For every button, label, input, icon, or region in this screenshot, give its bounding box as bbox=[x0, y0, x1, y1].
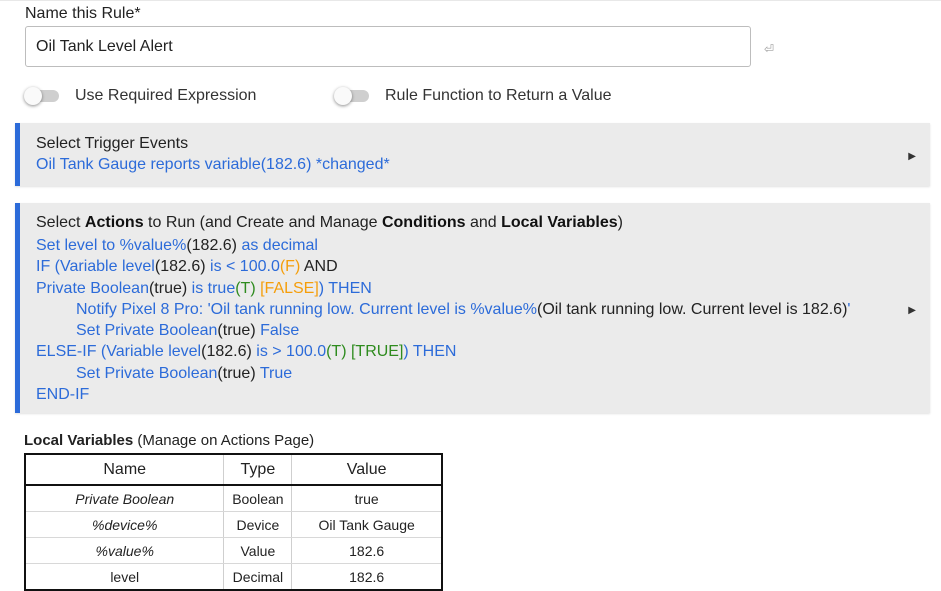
toggle-knob bbox=[24, 87, 42, 105]
local-variables-table: Name Type Value Private Boolean Boolean tr… bbox=[24, 453, 443, 591]
title-local-variables: Local Variables bbox=[501, 214, 618, 231]
table-row: level Decimal 182.6 bbox=[25, 563, 442, 590]
trigger-description: Oil Tank Gauge reports variable(182.6) *… bbox=[36, 156, 390, 173]
action-segment: as decimal bbox=[237, 237, 318, 254]
return-value-toggle[interactable] bbox=[334, 87, 369, 105]
table-header-row: Name Type Value bbox=[25, 454, 442, 486]
action-segment: (182.6) bbox=[154, 258, 206, 276]
action-segment: ELSE-IF (Variable level bbox=[36, 343, 202, 361]
action-segment: (F) bbox=[279, 258, 301, 276]
action-segment: Set Private Boolean bbox=[76, 364, 218, 382]
action-line: Notify Pixel 8 Pro: 'Oil tank running lo… bbox=[36, 299, 870, 320]
action-segment: (182.6) bbox=[201, 343, 252, 361]
title-text: and bbox=[465, 214, 502, 231]
top-divider bbox=[0, 0, 941, 1]
action-segment: Set level to %value% bbox=[36, 237, 187, 254]
required-expression-toggle[interactable] bbox=[24, 87, 59, 105]
action-line: IF (Variable level(182.6) is < 100.0(F) … bbox=[36, 256, 870, 277]
triangle-right-icon[interactable]: ▶ bbox=[908, 151, 916, 162]
local-variables-heading: Local Variables (Manage on Actions Page) bbox=[24, 432, 314, 449]
action-segment: Private Boolean bbox=[36, 279, 149, 297]
action-segment: (true) bbox=[217, 322, 256, 340]
trigger-panel-title: Select Trigger Events bbox=[36, 135, 189, 152]
variable-type-cell: Decimal bbox=[223, 563, 293, 590]
action-segment: (T) bbox=[235, 279, 256, 297]
variable-type-cell: Device bbox=[223, 511, 293, 538]
rule-name-label: Name this Rule* bbox=[25, 5, 141, 22]
variable-name-cell: %device% bbox=[25, 511, 225, 538]
action-line: Set level to %value%(182.6) as decimal bbox=[36, 235, 870, 256]
column-header-name: Name bbox=[25, 454, 225, 486]
action-segment: [FALSE] bbox=[255, 279, 319, 297]
action-segment: (Oil tank running low. Current level is … bbox=[537, 300, 848, 318]
action-segment: IF (Variable level bbox=[36, 258, 155, 276]
variable-type-cell: Boolean bbox=[223, 485, 293, 512]
rule-name-input[interactable] bbox=[25, 26, 751, 67]
title-actions: Actions bbox=[84, 214, 144, 231]
action-segment: (true) bbox=[217, 364, 256, 382]
action-line: Private Boolean(true) is true(T) [FALSE]… bbox=[36, 278, 870, 299]
action-segment: ) THEN bbox=[403, 343, 457, 361]
variable-value-cell: Oil Tank Gauge bbox=[291, 511, 442, 538]
return-key-icon: ⏎ bbox=[764, 42, 775, 56]
actions-panel[interactable]: Select Actions to Run (and Create and Ma… bbox=[15, 203, 930, 413]
action-segment: is < 100.0 bbox=[205, 258, 280, 276]
table-body: Private Boolean Boolean true %device% Device… bbox=[25, 485, 442, 590]
title-text: to Run (and Create and Manage bbox=[143, 214, 382, 231]
action-segment: False bbox=[255, 322, 300, 340]
action-segment: ' bbox=[847, 300, 851, 318]
action-line: Set Private Boolean(true) True bbox=[36, 363, 870, 384]
actions-panel-title: Select Actions to Run (and Create and Ma… bbox=[36, 214, 623, 232]
action-lines: Set level to %value%(182.6) as decimal IF… bbox=[36, 235, 870, 405]
column-header-value: Value bbox=[291, 454, 442, 486]
variable-type-cell: Value bbox=[223, 537, 293, 564]
action-segment: is > 100.0 bbox=[251, 343, 327, 361]
variable-value-cell: 182.6 bbox=[349, 568, 385, 585]
action-line: Set Private Boolean(true) False bbox=[36, 320, 870, 341]
table-row: Private Boolean Boolean true bbox=[25, 485, 442, 512]
action-segment: Notify Pixel 8 Pro: 'Oil tank running lo… bbox=[76, 300, 538, 318]
variable-name-cell: %value% bbox=[25, 537, 225, 564]
return-value-label: Rule Function to Return a Value bbox=[385, 87, 612, 104]
action-segment: (true) bbox=[148, 279, 188, 297]
variable-value-cell: 182.6 bbox=[291, 537, 442, 564]
local-variables-subtitle: (Manage on Actions Page) bbox=[133, 432, 315, 449]
action-line: ELSE-IF (Variable level(182.6) is > 100.… bbox=[36, 341, 870, 362]
title-text: Select bbox=[36, 214, 85, 231]
table-row: %device% Device Oil Tank Gauge bbox=[25, 511, 442, 538]
variable-name-cell: level bbox=[25, 563, 225, 590]
action-line: END-IF bbox=[36, 384, 870, 405]
column-header-type: Type bbox=[223, 454, 293, 486]
action-segment: ) THEN bbox=[318, 279, 372, 297]
trigger-events-panel[interactable]: Select Trigger Events Oil Tank Gauge rep… bbox=[15, 123, 930, 186]
required-expression-label: Use Required Expression bbox=[75, 87, 257, 104]
action-segment: is true bbox=[187, 279, 236, 297]
variable-value-cell: true bbox=[291, 485, 442, 512]
action-segment: AND bbox=[300, 258, 338, 276]
triangle-right-icon[interactable]: ▶ bbox=[908, 305, 916, 316]
action-segment: Set Private Boolean bbox=[76, 322, 218, 340]
action-segment: (182.6) bbox=[186, 237, 238, 254]
toggle-knob bbox=[334, 87, 352, 105]
action-segment: (T) [TRUE] bbox=[326, 343, 404, 361]
title-conditions: Conditions bbox=[381, 214, 466, 231]
variable-name-cell: Private Boolean bbox=[25, 485, 225, 512]
action-segment: END-IF bbox=[36, 386, 90, 404]
local-variables-title: Local Variables bbox=[24, 432, 134, 449]
title-text: ) bbox=[617, 214, 623, 231]
action-segment: True bbox=[255, 364, 293, 382]
table-row: %value% Value 182.6 bbox=[25, 537, 442, 564]
